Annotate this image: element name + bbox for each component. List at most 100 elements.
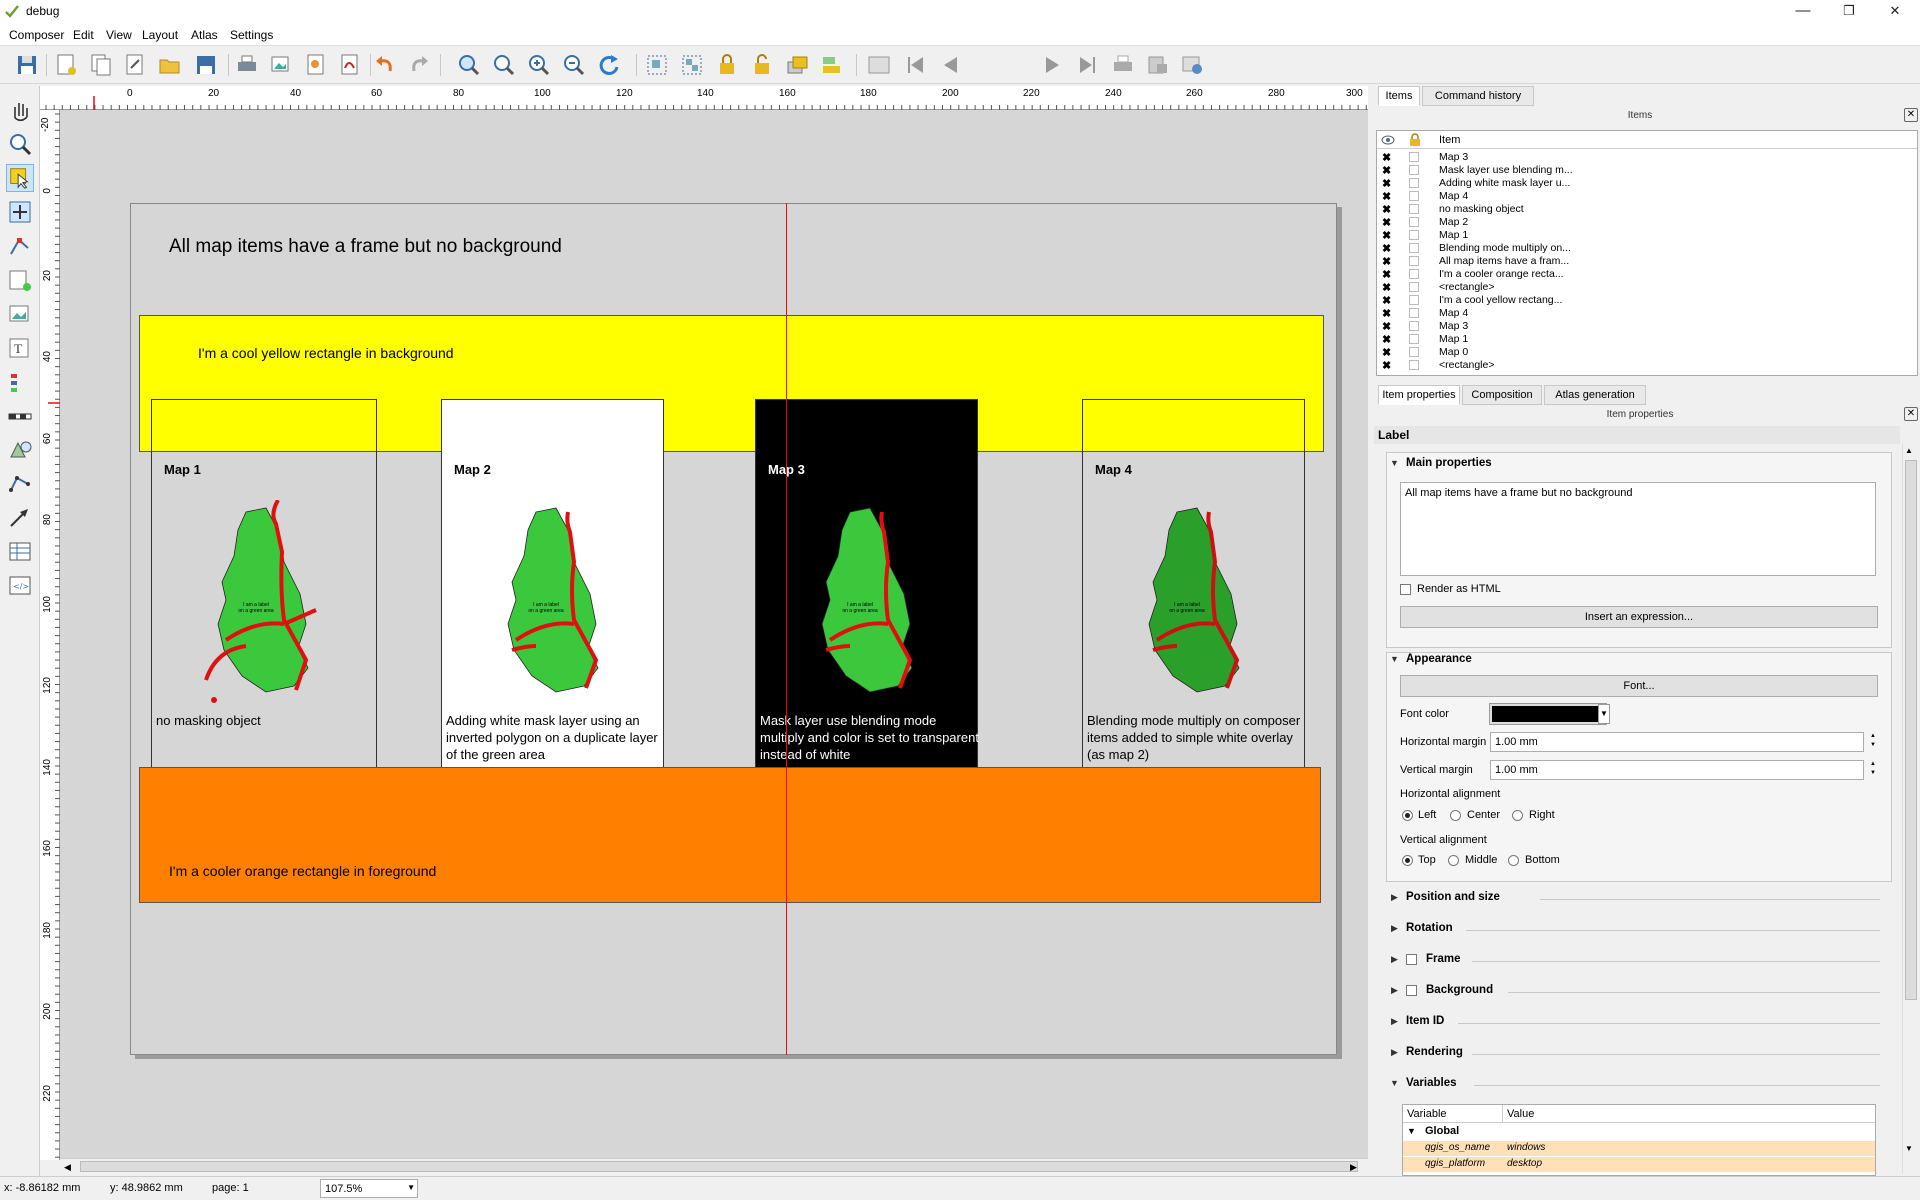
- v-margin-spinbox[interactable]: 1.00 mm: [1490, 760, 1864, 780]
- zoom-combo[interactable]: 107.5% ▼: [320, 1179, 418, 1198]
- visibility-check-icon[interactable]: ✖: [1382, 229, 1391, 242]
- group-icon[interactable]: [644, 52, 670, 78]
- horizontal-scrollbar[interactable]: ◀ ▶: [60, 1158, 1368, 1174]
- zoom-tool-icon[interactable]: [6, 130, 34, 158]
- lock-checkbox[interactable]: [1409, 191, 1419, 201]
- first-feature-icon[interactable]: [902, 52, 928, 78]
- map-1-frame[interactable]: Map 1 I am a label on a green area no ma…: [151, 399, 377, 769]
- close-panel-icon[interactable]: ✕: [1904, 407, 1918, 421]
- align-left-radio[interactable]: [1402, 810, 1413, 821]
- visibility-check-icon[interactable]: ✖: [1382, 190, 1391, 203]
- add-label-icon[interactable]: T: [6, 334, 34, 362]
- refresh-icon[interactable]: [596, 52, 622, 78]
- menu-atlas[interactable]: Atlas: [191, 28, 218, 42]
- list-item[interactable]: ✖ <rectangle>: [1377, 359, 1917, 372]
- menu-layout[interactable]: Layout: [142, 28, 178, 42]
- section-frame[interactable]: ▶ Frame: [1388, 952, 1888, 970]
- composer-manager-icon[interactable]: [122, 52, 148, 78]
- list-item[interactable]: ✖ Map 3: [1377, 151, 1917, 164]
- lock-checkbox[interactable]: [1409, 256, 1419, 266]
- variables-table[interactable]: Variable Value ▼ Global qgis_os_name win…: [1402, 1104, 1876, 1176]
- list-item[interactable]: ✖ Map 2: [1377, 216, 1917, 229]
- h-margin-spinbox[interactable]: 1.00 mm: [1490, 732, 1864, 752]
- list-item[interactable]: ✖ Map 1: [1377, 229, 1917, 242]
- scroll-left-icon[interactable]: ◀: [64, 1162, 71, 1173]
- add-html-frame-icon[interactable]: </>: [6, 572, 34, 600]
- table-row[interactable]: qgis_os_name windows: [1403, 1141, 1875, 1156]
- add-shape-icon[interactable]: [6, 436, 34, 464]
- scroll-up-icon[interactable]: ▲: [1905, 446, 1913, 455]
- map-2-frame[interactable]: Map 2 I am a label on a green area Addin…: [441, 399, 664, 769]
- lock-checkbox[interactable]: [1409, 282, 1419, 292]
- zoom-full-icon[interactable]: [456, 52, 482, 78]
- section-main-properties[interactable]: ▼ Main properties: [1388, 456, 1888, 474]
- save-icon[interactable]: [14, 52, 40, 78]
- restore-button[interactable]: ❐: [1826, 0, 1872, 24]
- close-panel-icon[interactable]: ✕: [1904, 108, 1918, 122]
- font-button[interactable]: Font...: [1400, 675, 1878, 697]
- lock-checkbox[interactable]: [1409, 347, 1419, 357]
- label-text-area[interactable]: All map items have a frame but no backgr…: [1400, 482, 1876, 576]
- lock-checkbox[interactable]: [1409, 204, 1419, 214]
- visibility-check-icon[interactable]: ✖: [1382, 151, 1391, 164]
- section-appearance[interactable]: ▼ Appearance: [1388, 652, 1888, 670]
- menu-settings[interactable]: Settings: [230, 28, 273, 42]
- edit-nodes-icon[interactable]: [6, 232, 34, 260]
- list-item[interactable]: ✖ Mask layer use blending m...: [1377, 164, 1917, 177]
- list-item[interactable]: ✖ Map 1: [1377, 333, 1917, 346]
- add-legend-icon[interactable]: [6, 368, 34, 396]
- visibility-check-icon[interactable]: ✖: [1382, 307, 1391, 320]
- section-rotation[interactable]: ▶ Rotation: [1388, 921, 1888, 939]
- list-item[interactable]: ✖ Map 3: [1377, 320, 1917, 333]
- visibility-check-icon[interactable]: ✖: [1382, 177, 1391, 190]
- orange-rectangle[interactable]: I'm a cooler orange rectangle in foregro…: [139, 767, 1321, 903]
- lock-checkbox[interactable]: [1409, 165, 1419, 175]
- add-scalebar-icon[interactable]: [6, 402, 34, 430]
- lock-checkbox[interactable]: [1409, 152, 1419, 162]
- visibility-check-icon[interactable]: ✖: [1382, 359, 1391, 372]
- color-dropdown-icon[interactable]: ▼: [1598, 704, 1610, 724]
- list-item[interactable]: ✖ Adding white mask layer u...: [1377, 177, 1917, 190]
- move-content-icon[interactable]: [6, 198, 34, 226]
- lock-checkbox[interactable]: [1409, 243, 1419, 253]
- add-arrow-icon[interactable]: [6, 504, 34, 532]
- redo-icon[interactable]: [406, 52, 432, 78]
- export-image-icon[interactable]: [268, 52, 294, 78]
- ungroup-icon[interactable]: [679, 52, 705, 78]
- composer-canvas[interactable]: All map items have a frame but no backgr…: [60, 110, 1368, 1160]
- scroll-down-icon[interactable]: ▼: [1905, 1144, 1913, 1153]
- lock-checkbox[interactable]: [1409, 230, 1419, 240]
- map-3-frame[interactable]: Map 3 I am a label on a green area Mask …: [755, 399, 979, 769]
- next-feature-icon[interactable]: [1040, 52, 1066, 78]
- visibility-check-icon[interactable]: ✖: [1382, 216, 1391, 229]
- visibility-check-icon[interactable]: ✖: [1382, 333, 1391, 346]
- tab-items[interactable]: Items: [1378, 86, 1420, 106]
- spin-arrows-icon[interactable]: ▲ ▼: [1868, 732, 1878, 752]
- visibility-check-icon[interactable]: ✖: [1382, 281, 1391, 294]
- export-pdf-icon[interactable]: [337, 52, 363, 78]
- menu-edit[interactable]: Edit: [73, 28, 94, 42]
- zoom-actual-icon[interactable]: [491, 52, 517, 78]
- visibility-check-icon[interactable]: ✖: [1382, 294, 1391, 307]
- section-position-size[interactable]: ▶ Position and size: [1388, 890, 1888, 908]
- unlock-icon[interactable]: [749, 52, 775, 78]
- scroll-right-icon[interactable]: ▶: [1350, 1162, 1357, 1173]
- export-svg-icon[interactable]: [303, 52, 329, 78]
- insert-expression-button[interactable]: Insert an expression...: [1400, 606, 1878, 628]
- align-right-radio[interactable]: [1512, 810, 1523, 821]
- guide-line[interactable]: [786, 203, 787, 1055]
- zoom-out-icon[interactable]: [561, 52, 587, 78]
- font-color-swatch[interactable]: [1489, 703, 1607, 725]
- properties-scrollbar[interactable]: ▲ ▼: [1902, 444, 1918, 1174]
- pan-tool-icon[interactable]: [6, 96, 34, 124]
- spin-arrows-icon[interactable]: ▲ ▼: [1868, 760, 1878, 780]
- section-variables[interactable]: ▼ Variables: [1388, 1076, 1888, 1094]
- lock-checkbox[interactable]: [1409, 269, 1419, 279]
- visibility-check-icon[interactable]: ✖: [1382, 268, 1391, 281]
- list-item[interactable]: ✖ <rectangle>: [1377, 281, 1917, 294]
- visibility-check-icon[interactable]: ✖: [1382, 346, 1391, 359]
- list-item[interactable]: ✖ Map 4: [1377, 307, 1917, 320]
- minimize-button[interactable]: —: [1780, 0, 1826, 24]
- frame-checkbox[interactable]: [1406, 954, 1417, 965]
- tab-command-history[interactable]: Command history: [1422, 86, 1534, 106]
